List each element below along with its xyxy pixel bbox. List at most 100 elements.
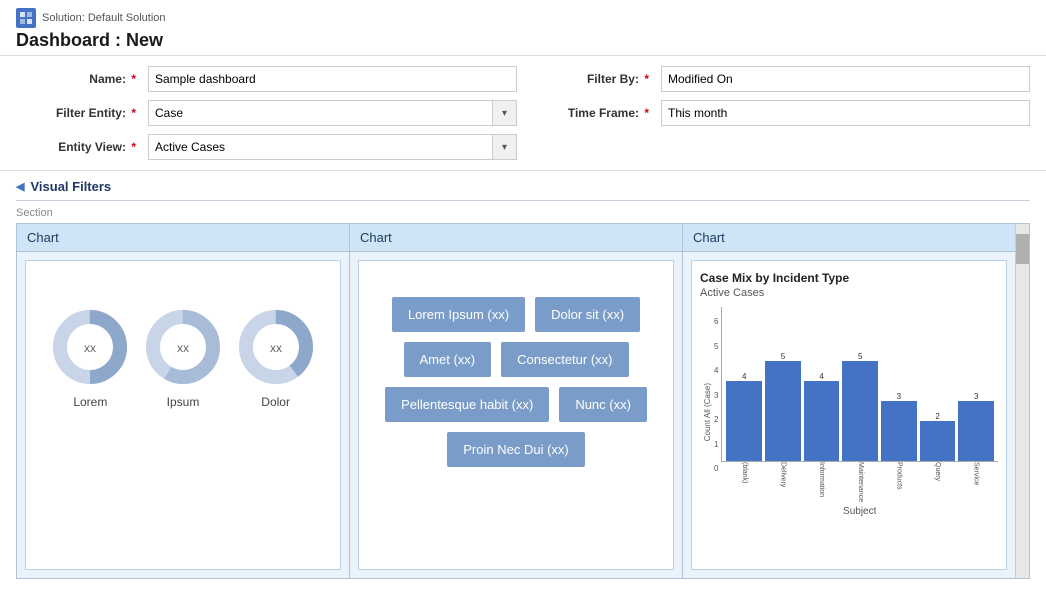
time-frame-required: * bbox=[644, 106, 649, 120]
filter-entity-select[interactable] bbox=[148, 100, 517, 126]
filter-by-input[interactable] bbox=[661, 66, 1030, 92]
charts-container: Chart xx Lorem bbox=[16, 223, 1030, 579]
tag-consectetur: Consectetur (xx) bbox=[501, 342, 628, 377]
tag-row-2: Amet (xx) Consectetur (xx) bbox=[377, 342, 655, 377]
donut-label-2: Ipsum bbox=[167, 395, 200, 409]
bar-rect-delivery bbox=[765, 361, 801, 461]
page-title: Dashboard : New bbox=[16, 30, 1030, 51]
chart-2-body: Lorem Ipsum (xx) Dolor sit (xx) Amet (xx… bbox=[358, 260, 674, 570]
xlabel-blank: (blank) bbox=[726, 462, 762, 502]
section-label: Section bbox=[16, 201, 1030, 223]
name-input[interactable] bbox=[148, 66, 517, 92]
tag-grid: Lorem Ipsum (xx) Dolor sit (xx) Amet (xx… bbox=[367, 277, 665, 487]
entity-view-label: Entity View: * bbox=[16, 140, 136, 154]
bar-col-delivery: 5 bbox=[765, 352, 801, 461]
filter-by-label: Filter By: * bbox=[529, 72, 649, 86]
tag-row-3: Pellentesque habit (xx) Nunc (xx) bbox=[377, 387, 655, 422]
donut-svg-2: xx bbox=[143, 307, 223, 387]
visual-filters-title: Visual Filters bbox=[30, 179, 111, 194]
tag-row-4: Proin Nec Dui (xx) bbox=[377, 432, 655, 467]
xlabel-delivery: Delivery bbox=[765, 462, 801, 502]
chart-2-header: Chart bbox=[350, 224, 682, 252]
bar-chart-subtitle: Active Cases bbox=[700, 287, 998, 299]
svg-text:xx: xx bbox=[270, 341, 282, 355]
time-frame-input[interactable] bbox=[661, 100, 1030, 126]
bar-rect-information bbox=[804, 381, 840, 461]
form-section: Name: * Filter By: * Filter Entity: * Ti… bbox=[0, 56, 1046, 171]
xlabel-information: Information bbox=[804, 462, 840, 502]
filter-entity-arrow[interactable] bbox=[493, 100, 517, 126]
bar-col-information: 4 bbox=[804, 372, 840, 461]
tag-amet: Amet (xx) bbox=[404, 342, 492, 377]
donut-svg-3: xx bbox=[236, 307, 316, 387]
tag-nunc: Nunc (xx) bbox=[559, 387, 647, 422]
yaxis-label-wrap: Count All (Case) bbox=[700, 307, 714, 517]
bar-col-products: 3 bbox=[881, 392, 917, 461]
bar-val-service: 3 bbox=[974, 392, 978, 401]
donut-item-1: xx Lorem bbox=[50, 307, 130, 409]
chart-panel-3: Chart Case Mix by Incident Type Active C… bbox=[683, 224, 1015, 578]
bar-val-delivery: 5 bbox=[781, 352, 785, 361]
bar-rect-products bbox=[881, 401, 917, 461]
entity-view-required: * bbox=[131, 140, 136, 154]
entity-view-arrow[interactable] bbox=[493, 134, 517, 160]
solution-icon bbox=[16, 8, 36, 28]
visual-filters-header: ◀ Visual Filters bbox=[16, 171, 1030, 201]
bar-val-products: 3 bbox=[897, 392, 901, 401]
form-grid: Name: * Filter By: * Filter Entity: * Ti… bbox=[16, 66, 1030, 160]
chart-1-body: xx Lorem xx Ipsum bbox=[25, 260, 341, 570]
chart-3-header: Chart bbox=[683, 224, 1015, 252]
bar-col-maintenance: 5 bbox=[842, 352, 878, 461]
tag-lorem-ipsum: Lorem Ipsum (xx) bbox=[392, 297, 525, 332]
chart-panel-2: Chart Lorem Ipsum (xx) Dolor sit (xx) Am… bbox=[350, 224, 683, 578]
svg-text:xx: xx bbox=[177, 341, 189, 355]
bar-chart-area: Count All (Case) 0 1 2 3 4 5 6 bbox=[700, 307, 998, 517]
chart-1-header: Chart bbox=[17, 224, 349, 252]
bar-col-blank: 4 bbox=[726, 372, 762, 461]
tag-pellentesque: Pellentesque habit (xx) bbox=[385, 387, 549, 422]
chart-panel-1: Chart xx Lorem bbox=[17, 224, 350, 578]
entity-view-select[interactable] bbox=[148, 134, 517, 160]
bar-rect-maintenance bbox=[842, 361, 878, 461]
yaxis-ticks: 0 1 2 3 4 5 6 bbox=[714, 307, 721, 475]
filter-entity-label: Filter Entity: * bbox=[16, 106, 136, 120]
bar-rect-blank bbox=[726, 381, 762, 461]
entity-view-input[interactable] bbox=[148, 134, 493, 160]
tag-proin: Proin Nec Dui (xx) bbox=[447, 432, 584, 467]
tag-row-1: Lorem Ipsum (xx) Dolor sit (xx) bbox=[377, 297, 655, 332]
filter-by-required: * bbox=[644, 72, 649, 86]
bar-rect-query bbox=[920, 421, 956, 461]
yaxis-label: Count All (Case) bbox=[703, 383, 712, 441]
donut-item-2: xx Ipsum bbox=[143, 307, 223, 409]
bar-val-information: 4 bbox=[819, 372, 823, 381]
solution-label: Solution: Default Solution bbox=[16, 8, 1030, 28]
bars-xaxis-wrap: 4 5 4 bbox=[721, 307, 998, 517]
scrollbar-thumb[interactable] bbox=[1016, 234, 1029, 264]
name-label: Name: * bbox=[16, 72, 136, 86]
collapse-arrow-icon[interactable]: ◀ bbox=[16, 180, 24, 193]
bar-rect-service bbox=[958, 401, 994, 461]
bars-area: 4 5 4 bbox=[721, 307, 998, 462]
visual-filters-section: ◀ Visual Filters Section Chart xx Lorem bbox=[0, 171, 1046, 591]
solution-text: Solution: Default Solution bbox=[42, 12, 166, 24]
bar-chart-title: Case Mix by Incident Type bbox=[700, 271, 998, 285]
xaxis-labels: (blank) Delivery Information Maintenance bbox=[722, 462, 998, 502]
donut-item-3: xx Dolor bbox=[236, 307, 316, 409]
chart-3-body: Case Mix by Incident Type Active Cases C… bbox=[691, 260, 1007, 570]
xlabel-products: Products bbox=[881, 462, 917, 502]
bar-val-maintenance: 5 bbox=[858, 352, 862, 361]
time-frame-label: Time Frame: * bbox=[529, 106, 649, 120]
donut-container: xx Lorem xx Ipsum bbox=[34, 277, 332, 419]
donut-svg-1: xx bbox=[50, 307, 130, 387]
bar-col-service: 3 bbox=[958, 392, 994, 461]
bar-val-blank: 4 bbox=[742, 372, 746, 381]
xlabel-service: Service bbox=[958, 462, 994, 502]
filter-entity-input[interactable] bbox=[148, 100, 493, 126]
filter-entity-required: * bbox=[131, 106, 136, 120]
header: Solution: Default Solution Dashboard : N… bbox=[0, 0, 1046, 56]
xaxis-label: Subject bbox=[721, 506, 998, 517]
donut-label-1: Lorem bbox=[73, 395, 107, 409]
svg-text:xx: xx bbox=[84, 341, 96, 355]
scrollbar[interactable] bbox=[1015, 224, 1029, 578]
donut-label-3: Dolor bbox=[261, 395, 290, 409]
